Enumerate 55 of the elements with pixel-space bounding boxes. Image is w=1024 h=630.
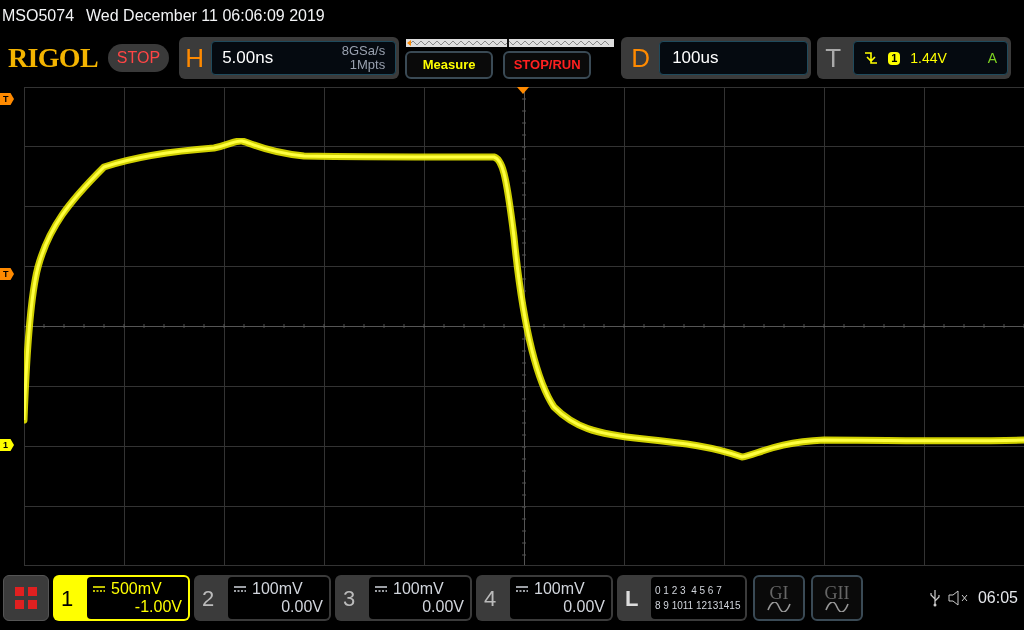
panel-letter: H xyxy=(185,41,205,75)
logic-channel-numbers: 8 9 1011 12131415 xyxy=(655,599,742,613)
delay-panel[interactable]: D 100us xyxy=(621,37,812,79)
grid-icon xyxy=(14,586,38,610)
dc-coupling-icon xyxy=(234,586,246,592)
trigger-marker: T xyxy=(0,93,14,105)
channel-number: 1 xyxy=(61,584,75,613)
vertical-scale: 100mV xyxy=(534,580,585,598)
measure-button[interactable]: Measure xyxy=(405,50,494,79)
dc-coupling-icon xyxy=(516,586,528,592)
channel-panel[interactable]: 3 100mV 0.00V xyxy=(335,575,472,621)
channel-number: 4 xyxy=(484,584,498,613)
panel-letter: D xyxy=(631,41,651,75)
dc-coupling-icon xyxy=(375,586,387,592)
usb-icon xyxy=(929,589,940,607)
muted-speaker-icon xyxy=(947,590,970,606)
apps-menu-button[interactable] xyxy=(3,575,49,621)
channel-number: 3 xyxy=(343,584,357,613)
channel-panel[interactable]: 1 500mV -1.00V xyxy=(53,575,190,621)
sample-rate: 8GSa/s xyxy=(341,44,386,58)
delay-value: 100us xyxy=(672,47,719,70)
panel-letter: T xyxy=(825,41,843,75)
model-name: MSO5074 xyxy=(2,6,75,26)
vertical-offset: 0.00V xyxy=(563,598,605,616)
trigger-level: 1.44V xyxy=(910,48,947,68)
channel-panel[interactable]: 4 100mV 0.00V xyxy=(476,575,613,621)
vertical-offset: 0.00V xyxy=(281,598,323,616)
trigger-panel[interactable]: T 1 1.44V A xyxy=(817,37,1012,79)
sine-wave-icon xyxy=(825,602,849,612)
brand-logo: RIGOL xyxy=(8,41,98,75)
memory-depth: 1Mpts xyxy=(349,58,386,72)
logic-panel[interactable]: L 0 1 2 3 4 5 6 7 8 9 1011 12131415 xyxy=(617,575,747,621)
channel-offset-marker: 1 xyxy=(0,439,14,451)
vertical-scale: 100mV xyxy=(393,580,444,598)
dc-coupling-icon xyxy=(93,586,105,592)
run-status: STOP xyxy=(107,44,170,72)
clock-time: 06:05 xyxy=(977,588,1018,608)
falling-edge-icon xyxy=(864,51,879,65)
trigger-marker: T xyxy=(0,268,14,280)
date-time: Wed December 11 06:06:09 2019 xyxy=(86,6,325,26)
channel-panel[interactable]: 2 100mV 0.00V xyxy=(194,575,331,621)
timebase-value: 5.00ns xyxy=(222,47,274,70)
timebase-panel[interactable]: H 5.00ns 8GSa/s 1Mpts xyxy=(179,37,400,79)
vertical-scale: 100mV xyxy=(252,580,303,598)
trigger-mode: A xyxy=(987,48,998,68)
channel-number: 2 xyxy=(202,584,216,613)
trigger-position-marker-icon xyxy=(517,87,529,95)
logic-channel-numbers: 0 1 2 3 4 5 6 7 xyxy=(655,584,723,598)
trigger-source: 1 xyxy=(888,51,901,65)
vertical-offset: 0.00V xyxy=(422,598,464,616)
vertical-scale: 500mV xyxy=(111,580,162,598)
panel-letter: L xyxy=(625,584,640,613)
stop-run-button[interactable]: STOP/RUN xyxy=(503,50,592,79)
sine-wave-icon xyxy=(767,602,791,612)
vertical-offset: -1.00V xyxy=(134,598,182,616)
